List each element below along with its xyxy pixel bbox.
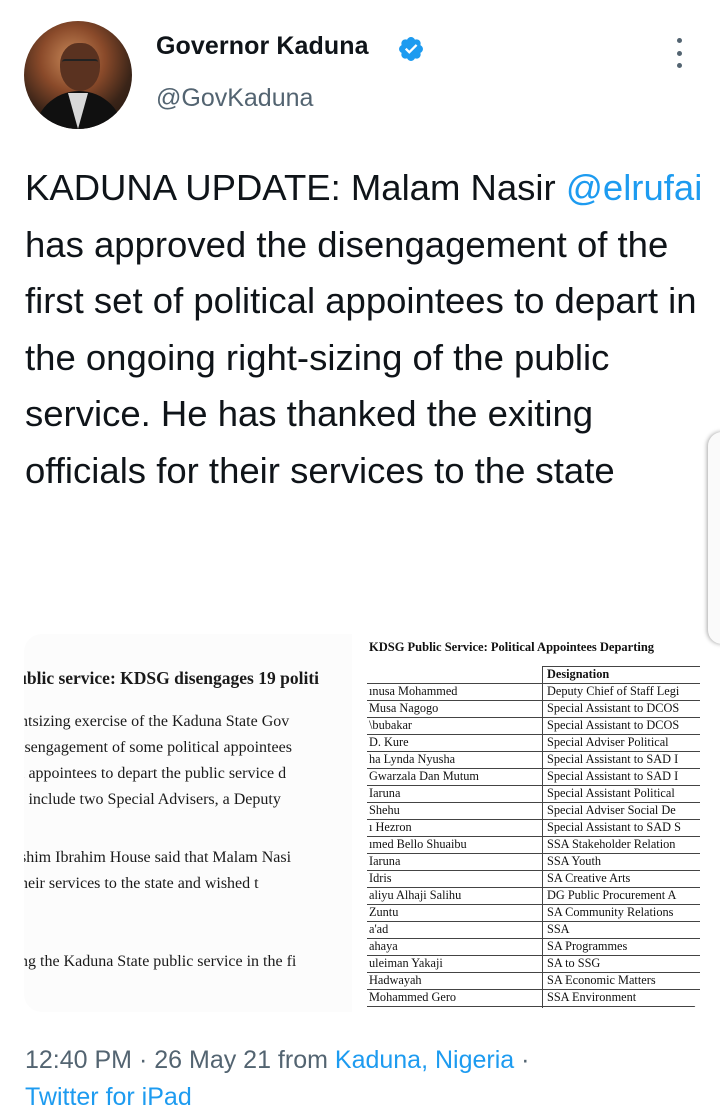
press-release-line: shim Ibrahim House said that Malam Nasi: [24, 849, 292, 866]
more-dot: [676, 50, 682, 56]
table-row: ha Lynda Nyusha Special Assistant to SAD …: [367, 751, 700, 769]
tweet-text-start: KADUNA UPDATE: Malam Nasir: [25, 167, 566, 208]
appointee-designation-cell: SSA: [547, 922, 570, 936]
appointee-designation-cell: Special Assistant to DCOS: [547, 718, 680, 732]
appointee-designation-cell: SA to SSG: [547, 956, 601, 970]
avatar-glasses-shape: [62, 59, 98, 69]
press-release-line: isengagement of some political appointee…: [24, 739, 292, 756]
appointee-name-cell: Shehu: [369, 803, 400, 817]
appointee-designation-cell: DG Public Procurement A: [547, 888, 677, 902]
appointee-designation-cell: SA Programmes: [547, 939, 628, 953]
table-row: Zuntu SA Community Relations: [367, 904, 700, 922]
appointee-name-cell: ı Hezron: [369, 820, 412, 834]
table-row: Iaruna Special Assistant Political: [367, 785, 700, 803]
appointee-name-cell: ahaya: [369, 939, 398, 953]
appointee-name-cell: Mohammed Gero: [369, 990, 457, 1004]
appointee-designation-cell: Special Assistant to SAD I: [547, 769, 679, 783]
table-header-row: Designation: [367, 666, 700, 684]
tweet-date: 26 May 21: [154, 1046, 271, 1074]
appointee-name-cell: Gwarzala Dan Mutum: [369, 769, 479, 783]
verified-badge-icon: [399, 37, 423, 61]
appointee-designation-cell: SSA Environment: [547, 990, 637, 1004]
appointee-name-cell: Idris: [369, 871, 392, 885]
more-vertical-icon[interactable]: [672, 38, 686, 68]
appointee-designation-cell: Deputy Chief of Staff Legi: [547, 684, 680, 698]
table-row: \bubakar Special Assistant to DCOS: [367, 717, 700, 735]
table-row: D. Kure Special Adviser Political: [367, 734, 700, 752]
tweet-text: KADUNA UPDATE: Malam Nasir @elrufai has …: [25, 160, 715, 499]
appointee-name-cell: Iaruna: [369, 854, 401, 868]
table-row: Iaruna SSA Youth: [367, 853, 700, 871]
more-dot: [676, 63, 682, 68]
appointee-name-cell: aliyu Alhaji Salihu: [369, 888, 462, 902]
appointee-designation-cell: Special Adviser Social De: [547, 803, 676, 817]
tweet-text-end: has approved the disengagement of the fi…: [25, 223, 697, 491]
meta-separator: ·: [132, 1046, 155, 1074]
tweet-time: 12:40 PM: [25, 1046, 133, 1074]
press-release-title: ıblic service: KDSG disengages 19 politi: [24, 668, 320, 688]
table-row: ınusa Mohammed Deputy Chief of Staff Legi: [367, 683, 700, 701]
table-row: Shehu Special Adviser Social De: [367, 802, 700, 820]
table-row: aliyu Alhaji Salihu DG Public Procurement…: [367, 887, 700, 905]
source-app-link[interactable]: Twitter for iPad: [25, 1078, 192, 1116]
table-row: Hadwayah SA Economic Matters: [367, 972, 700, 990]
table-row: ımed Bello Shuaibu SSA Stakeholder Relati…: [367, 836, 700, 854]
appointee-designation-cell: SA Community Relations: [547, 905, 674, 919]
media-image-appointees-table[interactable]: KDSG Public Service: Political Appointee…: [364, 634, 700, 1012]
appointees-table: Designation ınusa Mohammed Deputy Chief of…: [367, 666, 700, 1008]
appointee-designation-cell: Special Assistant to SAD I: [547, 752, 679, 766]
press-release-line: l appointees to depart the public servic…: [24, 765, 287, 782]
appointee-name-cell: ımed Bello Shuaibu: [369, 837, 467, 851]
tweet-meta: 12:40 PM · 26 May 21 from Kaduna, Nigeri…: [25, 1041, 529, 1079]
appointee-name-cell: Hadwayah: [369, 973, 422, 987]
appointee-designation-cell: Special Assistant to SAD S: [547, 820, 681, 834]
press-release-line: ; include two Special Advisers, a Deputy: [24, 791, 281, 808]
table-row: Musa Nagogo Special Assistant to DCOS: [367, 700, 700, 718]
location-link[interactable]: Kaduna, Nigeria: [335, 1046, 514, 1074]
avatar[interactable]: [24, 21, 132, 129]
press-release-line: htsizing exercise of the Kaduna State Go…: [24, 713, 290, 730]
appointee-name-cell: D. Kure: [369, 735, 409, 749]
press-release-line: ng the Kaduna State public service in th…: [24, 953, 297, 970]
table-row: ı Hezron Special Assistant to SAD S: [367, 819, 700, 837]
media-gallery: ıblic service: KDSG disengages 19 politi…: [24, 634, 700, 1012]
author-name[interactable]: Governor Kaduna: [156, 32, 369, 61]
appointee-name-cell: ınusa Mohammed: [369, 684, 458, 698]
more-dot: [676, 38, 682, 43]
table-row: Idris SA Creative Arts: [367, 870, 700, 888]
appointee-designation-cell: Special Adviser Political: [547, 735, 669, 749]
column-header-designation: Designation: [547, 667, 610, 681]
table-row: Gwarzala Dan Mutum Special Assistant to S…: [367, 768, 700, 786]
appointee-name-cell: uleiman Yakaji: [369, 956, 443, 970]
table-row: ahaya SA Programmes: [367, 938, 700, 956]
appointee-name-cell: a'ad: [369, 922, 389, 936]
appointee-designation-cell: SA Creative Arts: [547, 871, 631, 885]
meta-separator: ·: [514, 1046, 530, 1074]
appointee-name-cell: Musa Nagogo: [369, 701, 439, 715]
appointee-designation-cell: SSA Stakeholder Relation: [547, 837, 676, 851]
table-title: KDSG Public Service: Political Appointee…: [369, 640, 655, 654]
appointee-designation-cell: SA Economic Matters: [547, 973, 656, 987]
appointee-name-cell: ha Lynda Nyusha: [369, 752, 456, 766]
table-row: a'ad SSA: [367, 921, 700, 939]
side-drawer-handle[interactable]: [708, 432, 720, 644]
table-row: uleiman Yakaji SA to SSG: [367, 955, 700, 973]
appointee-name-cell: \bubakar: [369, 718, 413, 732]
appointee-designation-cell: SSA Youth: [547, 854, 602, 868]
press-release-line: heir services to the state and wished t: [24, 875, 259, 892]
mention-link[interactable]: @elrufai: [566, 167, 702, 208]
appointee-name-cell: Iaruna: [369, 786, 401, 800]
appointee-designation-cell: Special Assistant to DCOS: [547, 701, 680, 715]
table-row: Mohammed Gero SSA Environment: [367, 989, 700, 1007]
from-label: from: [270, 1046, 335, 1074]
appointee-designation-cell: Special Assistant Political: [547, 786, 675, 800]
media-image-press-release[interactable]: ıblic service: KDSG disengages 19 politi…: [24, 634, 352, 1012]
author-handle[interactable]: @GovKaduna: [156, 84, 313, 113]
appointee-name-cell: Zuntu: [369, 905, 399, 919]
